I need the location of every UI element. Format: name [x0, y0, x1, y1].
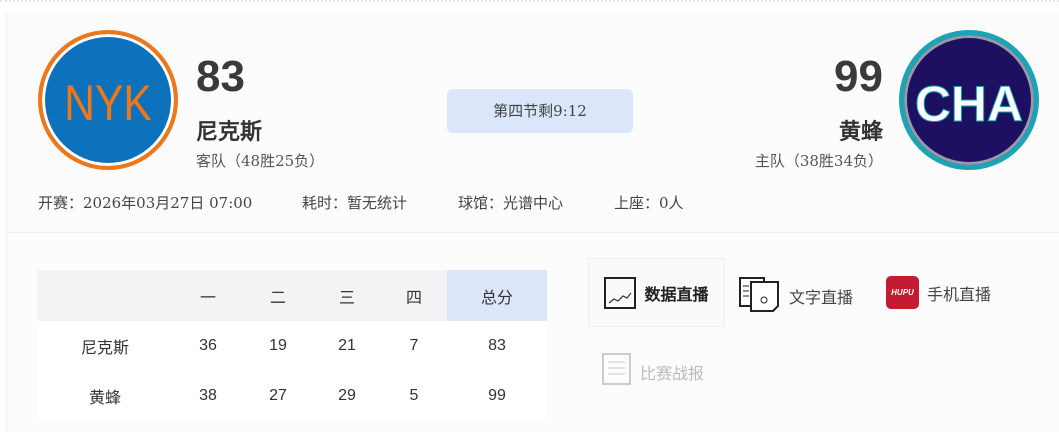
- header-total: 总分: [447, 270, 547, 321]
- home-team-name[interactable]: 黄蜂: [839, 114, 883, 146]
- cell-team: 黄蜂: [37, 371, 173, 421]
- header-q1: 一: [173, 270, 243, 321]
- attendance: 上座：0人: [614, 194, 684, 212]
- header-team: [37, 270, 173, 321]
- cell-q1: 38: [173, 371, 243, 421]
- match-report-tab[interactable]: 比赛战报: [602, 352, 704, 392]
- away-team-name[interactable]: 尼克斯: [196, 114, 262, 146]
- text-live-tab[interactable]: 文字直播: [739, 276, 853, 316]
- away-score: 83: [196, 52, 245, 101]
- away-team-logo[interactable]: NYK: [38, 30, 178, 170]
- divider: [6, 232, 1059, 233]
- top-border: [0, 0, 1059, 4]
- venue: 球馆：光谱中心: [458, 194, 564, 212]
- cell-q3: 29: [313, 371, 381, 421]
- document-icon: [739, 276, 781, 316]
- cell-q1: 36: [173, 321, 243, 371]
- cell-team: 尼克斯: [37, 321, 173, 371]
- table-row: 黄蜂 38 27 29 5 99: [37, 371, 547, 421]
- mobile-live-tab[interactable]: HUPU 手机直播: [886, 276, 991, 309]
- cell-q2: 27: [243, 371, 313, 421]
- cell-q2: 19: [243, 321, 313, 371]
- home-team-logo[interactable]: CHA: [899, 30, 1039, 170]
- away-record: 客队（48胜25负）: [196, 152, 325, 170]
- cell-total: 83: [447, 321, 547, 371]
- home-score: 99: [834, 52, 883, 101]
- cell-q4: 7: [381, 321, 447, 371]
- header-q4: 四: [381, 270, 447, 321]
- table-row: 尼克斯 36 19 21 7 83: [37, 321, 547, 371]
- chart-icon: [604, 276, 637, 309]
- quarter-score-table: 一 二 三 四 总分 尼克斯 36 19 21 7 83 黄蜂 38 27 29…: [37, 270, 547, 421]
- table-header-row: 一 二 三 四 总分: [37, 270, 547, 321]
- report-icon: [602, 352, 632, 392]
- game-status-badge: 第四节剩9:12: [447, 89, 633, 133]
- cell-q3: 21: [313, 321, 381, 371]
- duration: 耗时：暂无统计: [302, 194, 408, 212]
- hupu-logo-icon: HUPU: [886, 276, 919, 309]
- home-record: 主队（38胜34负）: [754, 152, 883, 170]
- header-q2: 二: [243, 270, 313, 321]
- cell-q4: 5: [381, 371, 447, 421]
- header-q3: 三: [313, 270, 381, 321]
- start-time: 开赛：2026年03月27日 07:00: [38, 194, 253, 212]
- cell-total: 99: [447, 371, 547, 421]
- data-live-tab[interactable]: 数据直播: [588, 258, 725, 327]
